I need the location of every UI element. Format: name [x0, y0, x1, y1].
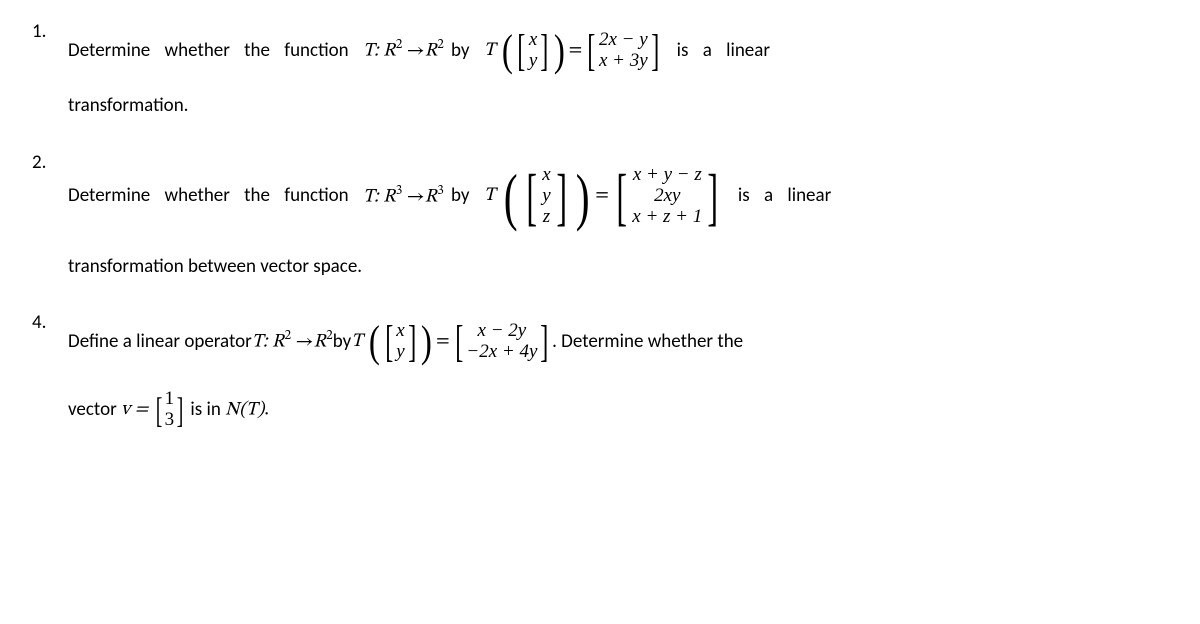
equation: T ( [ x y ] ) = [ x − 2y −2x + 4y ] — [351, 309, 552, 375]
text-after: is a linear — [724, 182, 832, 211]
equation: T ( [ x y z ] ) = [ x + y − z 2xy x + z … — [484, 149, 724, 245]
tdef: T: R2 →R2 — [252, 327, 333, 357]
vec-post: is in — [190, 396, 220, 425]
vec-pre: vector — [68, 396, 117, 425]
vector-eq: v = [ 1 3 ] — [121, 383, 186, 437]
problem-line2: transformation between vector space. — [68, 253, 1168, 282]
problem-line1: Define a linear operator T: R2 →R2 by T … — [68, 309, 1168, 375]
problem-4: 4. Define a linear operator T: R2 →R2 by… — [32, 309, 1168, 437]
text-after: is a linear — [662, 37, 770, 66]
text-before: Determine whether the function — [68, 37, 363, 66]
nt: N(T) — [225, 401, 264, 420]
problem-line1: Determine whether the function T: R3 →R3… — [68, 149, 1168, 245]
by-text: by — [333, 328, 352, 357]
problem-2: 2. Determine whether the function T: R3 … — [32, 149, 1168, 282]
problem-number: 4. — [32, 309, 68, 338]
period: . — [264, 398, 269, 421]
tdef: T: R2 →R2 — [363, 36, 444, 66]
problem-body: Define a linear operator T: R2 →R2 by T … — [68, 309, 1168, 437]
tdef: T: R3 →R3 — [363, 182, 444, 212]
text-before: Define a linear operator — [68, 328, 252, 357]
by-text: by — [444, 182, 484, 211]
problem-number: 1. — [32, 18, 68, 47]
problem-body: Determine whether the function T: R3 →R3… — [68, 149, 1168, 282]
by-text: by — [444, 37, 484, 66]
problem-line2: vector v = [ 1 3 ] is in N(T). — [68, 383, 1168, 437]
problem-body: Determine whether the function T: R2 →R2… — [68, 18, 1168, 121]
text-before: Determine whether the function — [68, 182, 363, 211]
problem-line1: Determine whether the function T: R2 →R2… — [68, 18, 1168, 84]
text-after: . Determine whether the — [552, 328, 743, 357]
problem-1: 1. Determine whether the function T: R2 … — [32, 18, 1168, 121]
problem-line2: transformation. — [68, 92, 1168, 121]
equation: T ( [ x y ] ) = [ 2x − y x + 3y ] — [484, 18, 663, 84]
problem-number: 2. — [32, 149, 68, 178]
